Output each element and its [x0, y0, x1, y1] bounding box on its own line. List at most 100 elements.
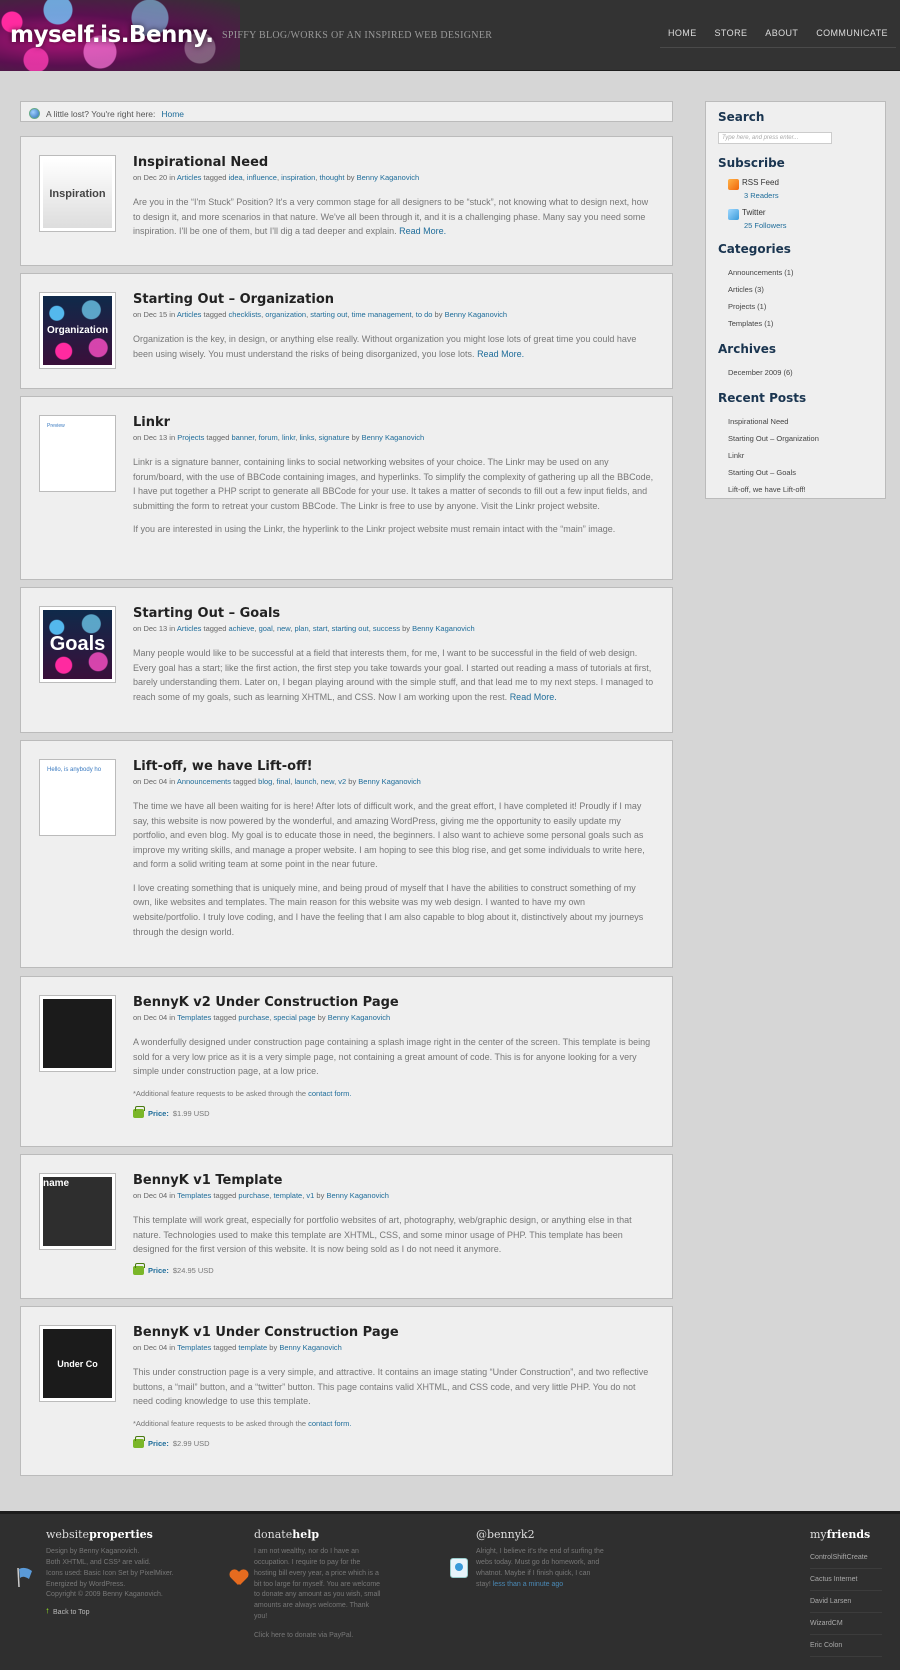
post-author-link[interactable]: Benny Kaganovich — [328, 1013, 391, 1022]
price-tag[interactable]: Price: $1.99 USD — [133, 1106, 655, 1120]
post-tag-link[interactable]: v1 — [306, 1191, 314, 1200]
post-title[interactable]: BennyK v1 Template — [133, 1173, 282, 1188]
post-author-link[interactable]: Benny Kaganovich — [279, 1343, 342, 1352]
post-tag-link[interactable]: thought — [319, 173, 344, 182]
back-to-top-link[interactable]: 🠕 Back to Top — [46, 1607, 196, 1618]
post-thumbnail[interactable]: Under Co — [39, 1325, 116, 1402]
post-thumbnail[interactable]: Goals — [39, 606, 116, 683]
post-tag-link[interactable]: forum — [259, 433, 278, 442]
post-tag-link[interactable]: starting out — [310, 310, 347, 319]
post-category-link[interactable]: Articles — [177, 310, 202, 319]
post-tag-link[interactable]: final — [277, 777, 291, 786]
tweet-time-link[interactable]: less than a minute ago — [493, 1581, 563, 1588]
post-tag-link[interactable]: banner — [231, 433, 254, 442]
category-item[interactable]: Articles (3) — [728, 281, 873, 298]
post-tag-link[interactable]: success — [373, 624, 400, 633]
post-tag-link[interactable]: links — [299, 433, 314, 442]
post-tag-link[interactable]: purchase — [238, 1191, 269, 1200]
nav-store[interactable]: STORE — [715, 28, 748, 47]
post-title[interactable]: Inspirational Need — [133, 155, 268, 170]
post-author-link[interactable]: Benny Kaganovich — [412, 624, 475, 633]
post-tag-link[interactable]: start — [313, 624, 328, 633]
post-tag-link[interactable]: starting out — [332, 624, 369, 633]
post-tag-link[interactable]: purchase — [238, 1013, 269, 1022]
nav-communicate[interactable]: COMMUNICATE — [816, 28, 888, 47]
post-tag-link[interactable]: special page — [273, 1013, 315, 1022]
recent-post-item[interactable]: Starting Out – Organization — [728, 430, 873, 447]
post-title[interactable]: Starting Out – Organization — [133, 292, 334, 307]
donate-paypal-link[interactable]: Click here to donate via PayPal. — [254, 1631, 384, 1642]
category-item[interactable]: Announcements (1) — [728, 264, 873, 281]
post-tag-link[interactable]: to do — [416, 310, 433, 319]
rss-feed-link[interactable]: RSS Feed — [728, 178, 873, 190]
post-thumbnail[interactable]: Hello, is anybody ho — [39, 759, 116, 836]
search-input[interactable]: Type here, and press enter... — [718, 132, 832, 144]
post-tag-link[interactable]: goal — [259, 624, 273, 633]
category-item[interactable]: Projects (1) — [728, 298, 873, 315]
post-title[interactable]: Lift-off, we have Lift-off! — [133, 759, 313, 774]
post-tag-link[interactable]: plan — [294, 624, 308, 633]
post-tag-link[interactable]: checklists — [229, 310, 262, 319]
recent-post-item[interactable]: Linkr — [728, 447, 873, 464]
recent-post-item[interactable]: Inspirational Need — [728, 413, 873, 430]
post-tag-link[interactable]: launch — [294, 777, 316, 786]
post-title[interactable]: Linkr — [133, 415, 170, 430]
recent-post-item[interactable]: Lift-off, we have Lift-off! — [728, 481, 873, 498]
breadcrumb-home-link[interactable]: Home — [161, 109, 184, 119]
recent-post-item[interactable]: Starting Out – Goals — [728, 464, 873, 481]
price-tag[interactable]: Price: $24.95 USD — [133, 1263, 655, 1277]
post-category-link[interactable]: Projects — [177, 433, 204, 442]
post-category-link[interactable]: Articles — [177, 624, 202, 633]
post-thumbnail[interactable]: Inspiration — [39, 155, 116, 232]
post-tag-link[interactable]: influence — [247, 173, 277, 182]
post-tag-link[interactable]: inspiration — [281, 173, 315, 182]
friend-link[interactable]: Eric Colon — [810, 1635, 882, 1657]
post-title[interactable]: BennyK v1 Under Construction Page — [133, 1325, 399, 1340]
post-title[interactable]: Starting Out – Goals — [133, 606, 280, 621]
site-logo[interactable]: myself.is.Benny. — [10, 22, 214, 48]
post-tag-link[interactable]: template — [273, 1191, 302, 1200]
post-tag-link[interactable]: time management — [352, 310, 412, 319]
footer-twitter-heading[interactable]: @bennyk2 — [476, 1528, 604, 1541]
post-category-link[interactable]: Templates — [177, 1191, 211, 1200]
friend-link[interactable]: Cactus Internet — [810, 1569, 882, 1591]
friend-link[interactable]: ControlShiftCreate — [810, 1547, 882, 1569]
post-category-link[interactable]: Templates — [177, 1013, 211, 1022]
read-more-link[interactable]: Read More. — [399, 226, 446, 236]
post-author-link[interactable]: Benny Kaganovich — [326, 1191, 389, 1200]
post-thumbnail[interactable]: Preview — [39, 415, 116, 492]
contact-form-link[interactable]: contact form. — [308, 1089, 351, 1098]
friend-link[interactable]: David Larsen — [810, 1591, 882, 1613]
post-author-link[interactable]: Benny Kaganovich — [362, 433, 425, 442]
post-thumbnail[interactable]: Organization — [39, 292, 116, 369]
post-tag-link[interactable]: idea — [229, 173, 243, 182]
post-tag-link[interactable]: organization — [265, 310, 306, 319]
read-more-link[interactable]: Read More. — [510, 692, 557, 702]
post-author-link[interactable]: Benny Kaganovich — [357, 173, 420, 182]
archive-item[interactable]: December 2009 (6) — [728, 364, 873, 381]
post-author-link[interactable]: Benny Kaganovich — [358, 777, 421, 786]
post-tag-link[interactable]: v2 — [338, 777, 346, 786]
post-tag-link[interactable]: blog — [258, 777, 272, 786]
post-category-link[interactable]: Articles — [177, 173, 202, 182]
price-tag[interactable]: Price: $2.99 USD — [133, 1436, 655, 1450]
post-category-link[interactable]: Announcements — [177, 777, 231, 786]
post-tag-link[interactable]: signature — [319, 433, 350, 442]
post-tag-link[interactable]: achieve — [229, 624, 255, 633]
contact-form-link[interactable]: contact form. — [308, 1419, 351, 1428]
category-item[interactable]: Templates (1) — [728, 315, 873, 332]
post-thumbnail[interactable]: name — [39, 1173, 116, 1250]
twitter-link[interactable]: Twitter — [728, 208, 873, 220]
post-tag-link[interactable]: new — [321, 777, 334, 786]
friend-link[interactable]: WizardCM — [810, 1613, 882, 1635]
post-tag-link[interactable]: template — [238, 1343, 267, 1352]
post-title[interactable]: BennyK v2 Under Construction Page — [133, 995, 399, 1010]
post-tag-link[interactable]: linkr — [282, 433, 295, 442]
nav-about[interactable]: ABOUT — [765, 28, 798, 47]
post-thumbnail[interactable] — [39, 995, 116, 1072]
nav-home[interactable]: HOME — [668, 28, 697, 47]
post-author-link[interactable]: Benny Kaganovich — [445, 310, 508, 319]
read-more-link[interactable]: Read More. — [477, 349, 524, 359]
post-category-link[interactable]: Templates — [177, 1343, 211, 1352]
post-tag-link[interactable]: new — [277, 624, 290, 633]
